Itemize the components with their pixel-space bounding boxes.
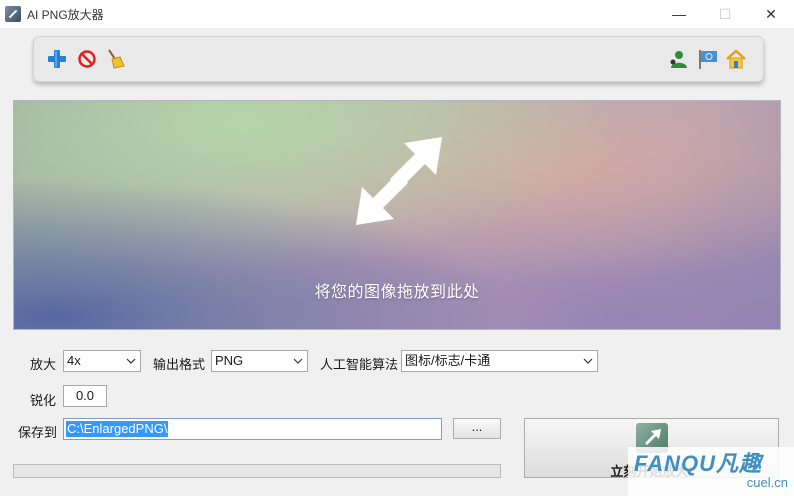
format-value: PNG [215,353,244,368]
drop-hint-text: 将您的图像拖放到此处 [314,284,480,301]
scale-value: 4x [67,353,81,368]
save-to-label: 保存到 [18,425,58,440]
browse-button[interactable]: ... [453,418,501,439]
chevron-down-icon [126,358,136,364]
algorithm-value: 图标/标志/卡通 [405,353,491,368]
minimize-button[interactable]: — [656,0,702,28]
chevron-down-icon [293,358,303,364]
save-path-input[interactable]: C:\EnlargedPNG\ [63,418,442,440]
maximize-button[interactable]: ☐ [702,0,748,28]
add-icon[interactable] [46,48,68,70]
image-drop-zone[interactable]: 将您的图像拖放到此处 [13,100,781,330]
format-label: 输出格式 [153,357,206,372]
close-button[interactable]: ✕ [748,0,794,28]
window-controls: — ☐ ✕ [656,0,794,28]
save-path-value: C:\EnlargedPNG\ [66,421,169,437]
user-support-icon[interactable] [668,48,690,70]
algorithm-label: 人工智能算法 [320,357,399,372]
title-bar: AI PNG放大器 — ☐ ✕ [0,0,794,28]
sharpen-label: 锐化 [30,393,57,408]
app-icon [5,6,21,22]
expand-arrows-icon [352,135,446,229]
watermark: FANQU凡趣 cuel.cn [628,447,794,496]
toolbar [33,36,764,82]
home-icon[interactable] [725,48,747,70]
format-select[interactable]: PNG [211,350,308,372]
sharpen-input[interactable]: 0.0 [63,385,107,407]
window-title: AI PNG放大器 [27,7,104,22]
scale-label: 放大 [30,357,57,372]
algorithm-select[interactable]: 图标/标志/卡通 [401,350,598,372]
watermark-sub: cuel.cn [746,475,788,490]
flag-icon[interactable] [697,48,719,70]
progress-bar [13,464,501,478]
clear-broom-icon[interactable] [104,48,126,70]
chevron-down-icon [583,358,593,364]
remove-icon[interactable] [76,48,98,70]
scale-select[interactable]: 4x [63,350,141,372]
watermark-main: FANQU凡趣 [634,451,763,476]
